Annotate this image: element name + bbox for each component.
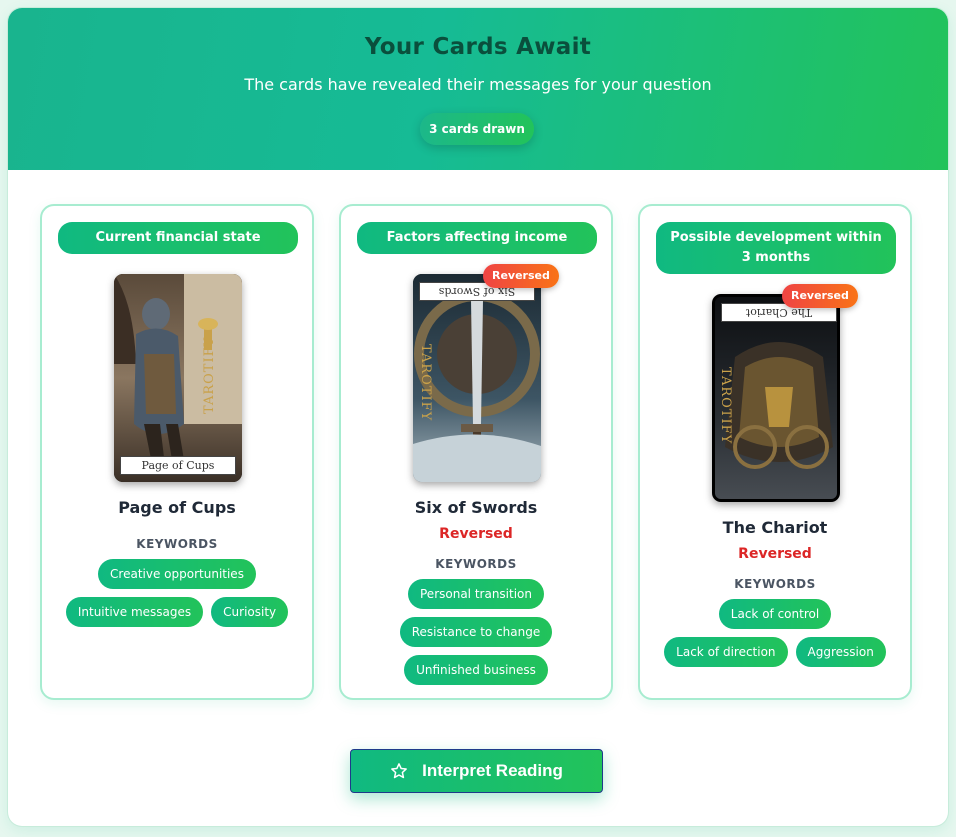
- card-image-page-of-cups[interactable]: TAROTIFY Page of Cups: [114, 274, 242, 482]
- card-image-six-of-swords[interactable]: Six of Swords TAROTIFY: [413, 274, 541, 482]
- interpret-reading-label: Interpret Reading: [422, 761, 563, 780]
- keyword-chip: Lack of control: [718, 599, 832, 629]
- reading-panel: Your Cards Await The cards have revealed…: [8, 8, 948, 826]
- tarot-card-panel-1: Current financial state TAROTIFY Page of…: [40, 204, 314, 700]
- keyword-chip: Unfinished business: [404, 655, 548, 685]
- position-title: Current financial state: [58, 222, 298, 254]
- card-brand: TAROTIFY: [718, 367, 733, 445]
- keywords-heading: KEYWORDS: [734, 577, 816, 591]
- card-name: Page of Cups: [118, 498, 236, 517]
- keyword-chip: Creative opportunities: [98, 559, 256, 589]
- keyword-list: Creative opportunities Intuitive message…: [56, 559, 298, 627]
- page-title: Your Cards Await: [364, 34, 592, 60]
- position-title: Factors affecting income: [357, 222, 597, 254]
- reversed-badge: Reversed: [782, 284, 858, 308]
- card-brand: TAROTIFY: [418, 344, 433, 422]
- card-name: Six of Swords: [414, 498, 538, 517]
- tarot-card-panel-3: Possible development within 3 months The…: [638, 204, 912, 700]
- reversed-status: Reversed: [439, 526, 513, 542]
- page-of-cups-art: [114, 274, 242, 482]
- keyword-chip: Resistance to change: [399, 617, 553, 647]
- position-title: Possible development within 3 months: [656, 222, 896, 274]
- keywords-heading: KEYWORDS: [435, 557, 517, 571]
- reversed-status: Reversed: [738, 546, 812, 562]
- keyword-chip: Curiosity: [211, 597, 289, 627]
- keyword-chip: Personal transition: [408, 579, 544, 609]
- keyword-chip: Lack of direction: [664, 637, 788, 667]
- keyword-list: Lack of control Lack of direction Aggres…: [654, 599, 896, 667]
- interpret-reading-button[interactable]: Interpret Reading: [350, 749, 603, 793]
- card-name: The Chariot: [722, 518, 828, 537]
- the-chariot-art: [715, 297, 837, 499]
- card-image-the-chariot[interactable]: The Chariot TAROTIFY: [712, 294, 840, 502]
- keyword-chip: Intuitive messages: [65, 597, 204, 627]
- results-header: Your Cards Await The cards have revealed…: [8, 8, 948, 170]
- card-nameplate: Page of Cups: [120, 456, 236, 475]
- page-subtitle: The cards have revealed their messages f…: [244, 75, 712, 94]
- reversed-badge: Reversed: [483, 264, 559, 288]
- keywords-heading: KEYWORDS: [136, 537, 218, 551]
- star-outline-icon: [391, 763, 407, 779]
- keyword-chip: Aggression: [795, 637, 886, 667]
- keyword-list: Personal transition Resistance to change…: [355, 579, 597, 685]
- tarot-card-panel-2: Factors affecting income Six of Swords T…: [339, 204, 613, 700]
- card-brand: TAROTIFY: [202, 336, 217, 414]
- cards-drawn-badge: 3 cards drawn: [420, 113, 534, 145]
